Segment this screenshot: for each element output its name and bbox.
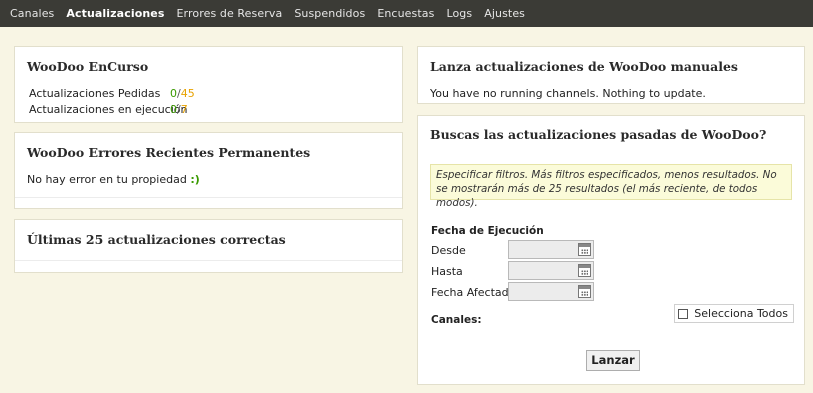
hasta-input[interactable] bbox=[508, 261, 594, 280]
search-title: Buscas las actualizaciones pasadas de Wo… bbox=[430, 127, 767, 142]
manual-panel: Lanza actualizaciones de WooDoo manuales… bbox=[417, 46, 805, 104]
panel-divider bbox=[15, 197, 402, 198]
nav-ajustes[interactable]: Ajustes bbox=[484, 7, 525, 20]
stat-value-ejecucion: 0/7 bbox=[170, 103, 188, 116]
encurso-panel: WooDoo EnCurso Actualizaciones Pedidas 0… bbox=[14, 46, 403, 123]
top-nav: Canales Actualizaciones Errores de Reser… bbox=[0, 0, 813, 27]
fecha-ejecucion-label: Fecha de Ejecución bbox=[431, 225, 544, 237]
calendar-icon[interactable] bbox=[578, 285, 591, 298]
nav-encuestas[interactable]: Encuestas bbox=[377, 7, 434, 20]
encurso-title: WooDoo EnCurso bbox=[27, 59, 149, 74]
fecha-afectada-input[interactable] bbox=[508, 282, 594, 301]
pedidas-total: 45 bbox=[180, 87, 195, 100]
desde-input[interactable] bbox=[508, 240, 594, 259]
fecha-afectada-label: Fecha Afectada bbox=[431, 286, 516, 299]
nav-actualizaciones[interactable]: Actualizaciones bbox=[66, 7, 164, 20]
panel-divider bbox=[15, 260, 402, 261]
manual-title: Lanza actualizaciones de WooDoo manuales bbox=[430, 59, 738, 74]
search-panel: Buscas las actualizaciones pasadas de Wo… bbox=[417, 115, 805, 385]
errores-title: WooDoo Errores Recientes Permanentes bbox=[27, 145, 311, 160]
nav-suspendidos[interactable]: Suspendidos bbox=[294, 7, 365, 20]
select-all-label: Selecciona Todos bbox=[694, 307, 788, 320]
canales-label: Canales: bbox=[431, 314, 482, 326]
calendar-icon[interactable] bbox=[578, 264, 591, 277]
nav-canales[interactable]: Canales bbox=[10, 7, 54, 20]
lanzar-button[interactable]: Lanzar bbox=[586, 350, 640, 371]
pedidas-done: 0 bbox=[170, 87, 177, 100]
errores-panel: WooDoo Errores Recientes Permanentes No … bbox=[14, 132, 403, 209]
stat-label-ejecucion: Actualizaciones en ejecución bbox=[29, 103, 188, 116]
smiley: :) bbox=[190, 173, 200, 186]
select-all-toggle[interactable]: Selecciona Todos bbox=[674, 304, 794, 323]
nav-errores-de-reserva[interactable]: Errores de Reserva bbox=[177, 7, 283, 20]
ejecucion-total: 7 bbox=[180, 103, 188, 116]
stat-value-pedidas: 0/45 bbox=[170, 87, 195, 100]
desde-label: Desde bbox=[431, 244, 466, 257]
filter-info-box: Especificar filtros. Más filtros especif… bbox=[430, 164, 792, 209]
ejecucion-done: 0 bbox=[170, 103, 177, 116]
ultimas-panel: Últimas 25 actualizaciones correctas bbox=[14, 219, 403, 273]
calendar-icon[interactable] bbox=[578, 243, 591, 256]
select-all-checkbox[interactable] bbox=[678, 308, 689, 319]
stat-label-pedidas: Actualizaciones Pedidas bbox=[29, 87, 161, 100]
ultimas-title: Últimas 25 actualizaciones correctas bbox=[27, 232, 286, 247]
errores-message: No hay error en tu propiedad :) bbox=[27, 173, 200, 186]
nav-logs[interactable]: Logs bbox=[446, 7, 472, 20]
hasta-label: Hasta bbox=[431, 265, 463, 278]
manual-message: You have no running channels. Nothing to… bbox=[430, 87, 706, 100]
